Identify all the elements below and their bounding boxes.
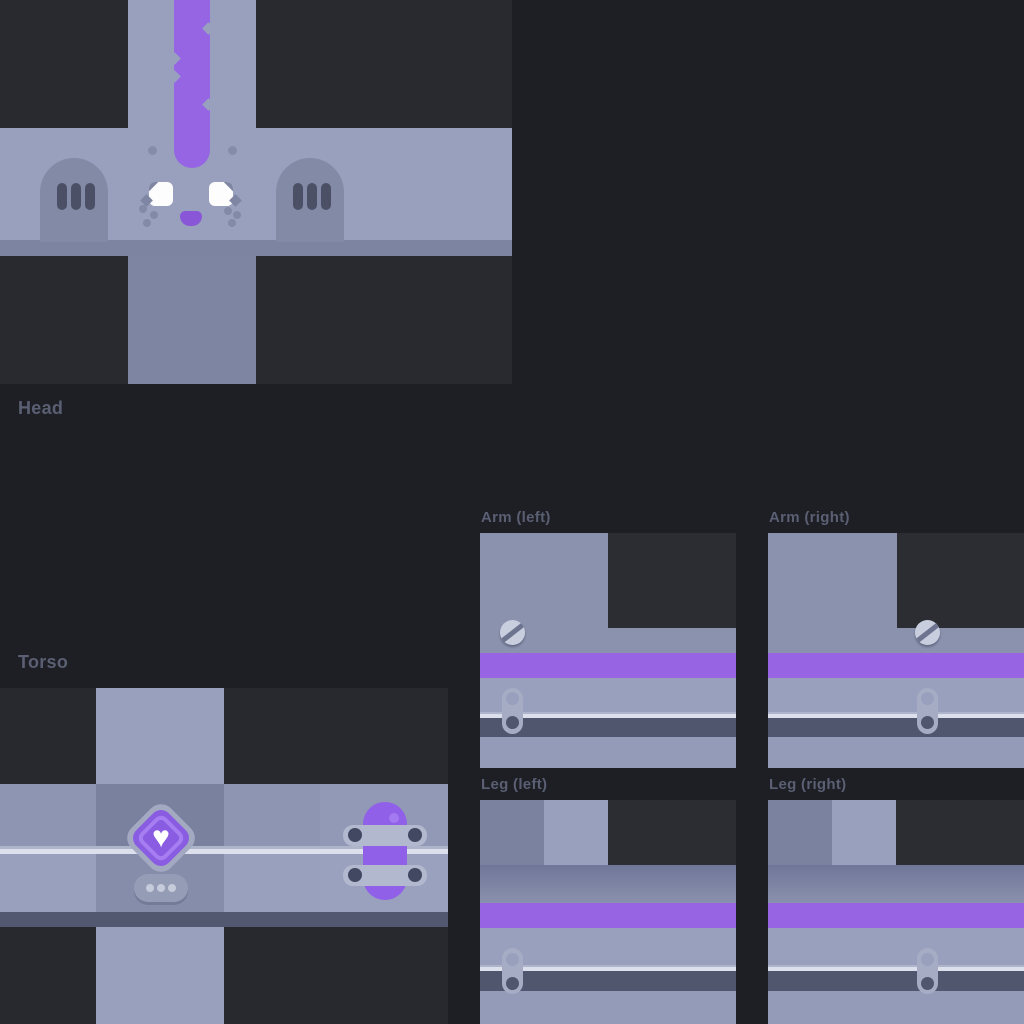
heart-icon: ♥ — [138, 815, 184, 861]
strap-rivet — [408, 828, 422, 842]
strap-rivet — [408, 868, 422, 882]
brow-freckle — [148, 146, 157, 155]
uv-cutout — [897, 533, 1024, 628]
leg-thigh-gradient — [480, 865, 736, 903]
zipper-pull-icon — [502, 948, 523, 994]
zipper-pull-icon — [917, 688, 938, 734]
capsule-highlight — [389, 813, 399, 823]
cheek-freckle — [150, 211, 158, 219]
left-eye — [149, 182, 173, 206]
leg-paint-stripe — [768, 903, 1024, 928]
cheek-freckle — [224, 207, 232, 215]
leg-foot-panel — [480, 991, 736, 1024]
arm-navy-band — [768, 718, 1024, 737]
torso-label: Torso — [18, 652, 68, 673]
screw-icon — [915, 620, 940, 645]
leg-cuff-light — [768, 928, 1024, 965]
head-bottom-flap — [128, 256, 256, 384]
left-ear-vent-bar — [57, 183, 67, 210]
leg-right-texture-tile[interactable] — [768, 800, 1024, 1024]
right-ear-vent-bar — [321, 183, 331, 210]
torso-top-flap — [96, 688, 224, 785]
torso-hem-band — [0, 912, 448, 927]
head-label: Head — [18, 398, 63, 419]
leg-foot-panel — [768, 991, 1024, 1024]
cheek-freckle — [143, 219, 151, 227]
right-eye-fold — [223, 182, 233, 192]
strap-rivet — [348, 868, 362, 882]
strap-rivet — [348, 828, 362, 842]
arm-left-texture-tile[interactable] — [480, 533, 736, 768]
right-ear-vent-bar — [293, 183, 303, 210]
left-ear-vent-bar — [71, 183, 81, 210]
leg-navy-band — [768, 971, 1024, 991]
heart-badge: ♥ — [128, 805, 193, 870]
left-ear-vent-bar — [85, 183, 95, 210]
leg-thigh-gradient — [768, 865, 1024, 903]
screw-icon — [500, 620, 525, 645]
leg-hip-light-patch — [832, 800, 896, 865]
zipper-pull-icon — [917, 948, 938, 994]
right-ear-vent-bar — [307, 183, 317, 210]
leg-paint-stripe — [480, 903, 736, 928]
torso-bottom-flap — [96, 927, 224, 1024]
torso-texture-tile[interactable]: ♥ — [0, 688, 448, 1024]
arm-cuff-light — [768, 678, 1024, 712]
leg-left-label: Leg (left) — [481, 776, 547, 793]
leg-left-texture-tile[interactable] — [480, 800, 736, 1024]
arm-right-label: Arm (right) — [769, 509, 850, 526]
leg-hip-light-patch — [544, 800, 608, 865]
arm-left-label: Arm (left) — [481, 509, 551, 526]
arm-hand-panel — [480, 737, 736, 768]
arm-paint-stripe — [768, 653, 1024, 678]
uv-cutout — [608, 800, 736, 865]
arm-hand-panel — [768, 737, 1024, 768]
arm-right-texture-tile[interactable] — [768, 533, 1024, 768]
cheek-freckle — [228, 219, 236, 227]
leg-right-label: Leg (right) — [769, 776, 846, 793]
right-eye — [209, 182, 233, 206]
arm-paint-stripe — [480, 653, 736, 678]
uv-cutout — [608, 533, 736, 628]
left-eye-fold — [149, 182, 159, 192]
character-skin-editor: Head Torso ♥ — [0, 0, 1024, 1024]
chest-vent-pill — [134, 874, 188, 902]
cheek-freckle — [233, 211, 241, 219]
cheek-freckle — [139, 205, 147, 213]
brow-freckle — [228, 146, 237, 155]
uv-cutout — [896, 800, 1024, 865]
zipper-pull-icon — [502, 688, 523, 734]
head-texture-tile[interactable] — [0, 0, 512, 384]
